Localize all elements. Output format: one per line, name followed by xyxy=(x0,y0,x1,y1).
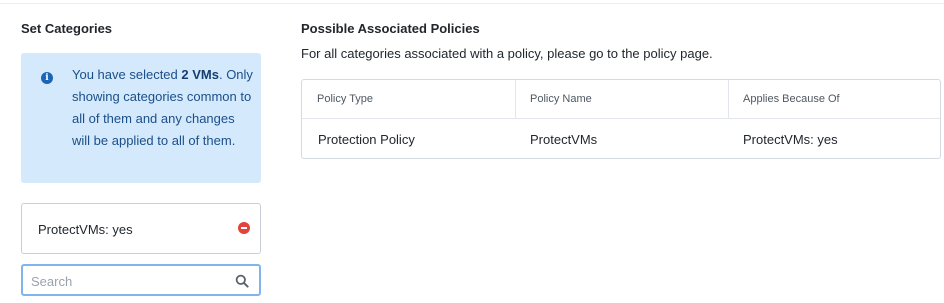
remove-icon[interactable] xyxy=(238,222,250,234)
table-header: Policy Type Policy Name Applies Because … xyxy=(302,80,940,119)
column-header-applies-because-of: Applies Because Of xyxy=(743,93,840,105)
set-categories-title: Set Categories xyxy=(21,21,113,36)
column-divider xyxy=(728,80,729,119)
column-header-policy-type: Policy Type xyxy=(317,93,374,105)
policy-table: Policy Type Policy Name Applies Because … xyxy=(301,79,941,159)
search-icon[interactable] xyxy=(235,274,249,288)
cell-policy-name: ProtectVMs xyxy=(530,132,598,147)
cell-policy-type: Protection Policy xyxy=(318,132,415,147)
info-selected-count: 2 VMs xyxy=(181,67,219,82)
category-item: ProtectVMs: yes xyxy=(21,203,261,254)
info-icon: i xyxy=(41,72,53,84)
info-banner: i You have selected 2 VMs. Only showing … xyxy=(21,53,261,183)
column-divider xyxy=(515,80,516,119)
possible-policies-title: Possible Associated Policies xyxy=(301,21,480,36)
category-label: ProtectVMs: yes xyxy=(38,222,133,237)
info-prefix: You have selected xyxy=(72,67,182,82)
column-header-policy-name: Policy Name xyxy=(530,93,592,105)
possible-policies-subtitle: For all categories associated with a pol… xyxy=(301,46,713,61)
top-divider xyxy=(0,3,944,4)
info-message: You have selected 2 VMs. Only showing ca… xyxy=(72,64,254,152)
search-input[interactable] xyxy=(31,272,221,290)
search-box[interactable] xyxy=(21,264,261,296)
cell-applies-because-of: ProtectVMs: yes xyxy=(743,132,838,147)
